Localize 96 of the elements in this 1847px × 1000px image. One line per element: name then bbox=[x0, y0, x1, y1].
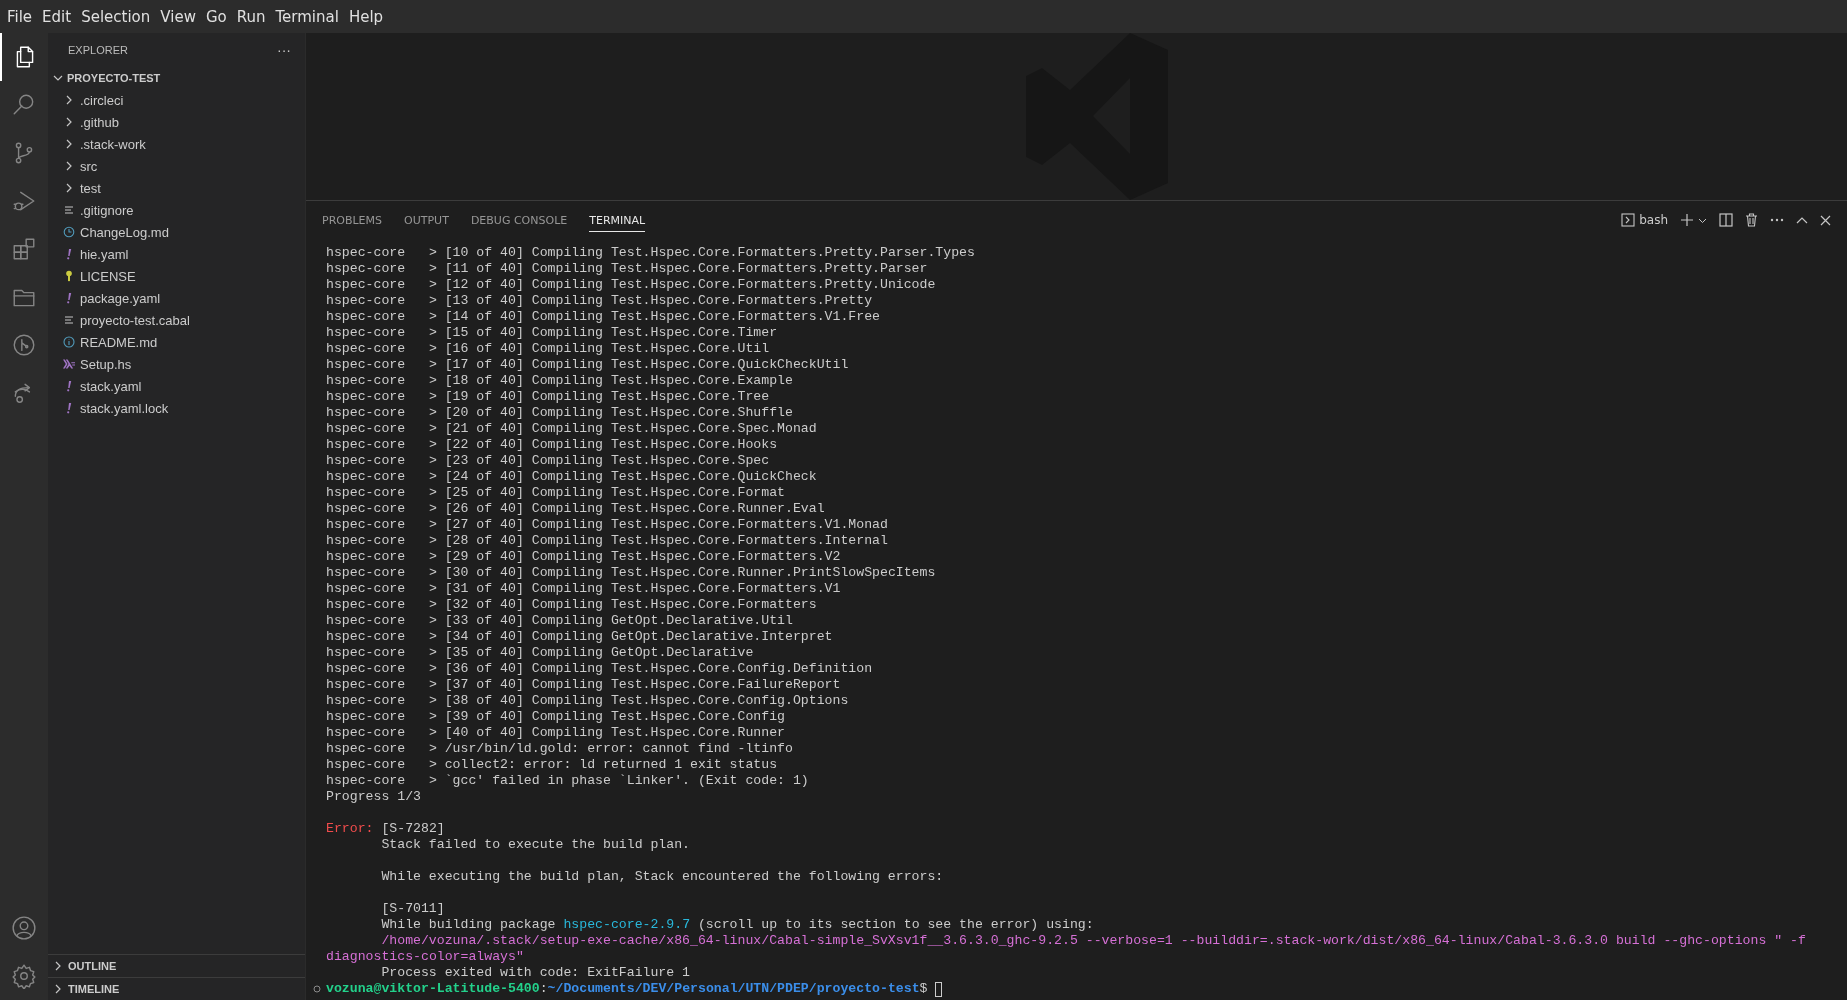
terminal-line: hspec-core > [34 of 40] Compiling GetOpt.Declarative.Interpret bbox=[326, 629, 833, 645]
terminal-line: hspec-core > /usr/bin/ld.gold: error: cannot find -ltinfo bbox=[326, 741, 793, 757]
panel-tab[interactable]: OUTPUT bbox=[404, 208, 449, 232]
terminal-line: Process exited with code: ExitFailure 1 bbox=[381, 965, 691, 981]
terminal-line: hspec-core > [11 of 40] Compiling Test.Hspec.Core.Formatters.Pretty.Parser bbox=[326, 261, 928, 277]
explorer-folder[interactable]: .circleci bbox=[48, 89, 305, 111]
terminal-line: hspec-core > [17 of 40] Compiling Test.Hspec.Core.QuickCheckUtil bbox=[326, 357, 849, 373]
terminal-selector[interactable]: bash bbox=[1621, 213, 1668, 227]
folder-root[interactable]: PROYECTO-TEST bbox=[48, 67, 305, 89]
panel-tab[interactable]: PROBLEMS bbox=[322, 208, 383, 232]
explorer-file[interactable]: hie.yaml bbox=[48, 243, 305, 265]
menu-item[interactable]: Go bbox=[200, 7, 232, 26]
explorer-folder[interactable]: .github bbox=[48, 111, 305, 133]
explorer-file[interactable]: .gitignore bbox=[48, 199, 305, 221]
account-icon bbox=[11, 915, 37, 941]
menu-item[interactable]: File bbox=[2, 7, 38, 26]
info-icon bbox=[63, 336, 75, 348]
terminal-line: hspec-core > [23 of 40] Compiling Test.Hspec.Core.Spec bbox=[326, 453, 770, 469]
explorer-file[interactable]: stack.yaml.lock bbox=[48, 397, 305, 419]
terminal-line: hspec-core > [35 of 40] Compiling GetOpt.Declarative bbox=[326, 645, 754, 661]
key-icon bbox=[63, 270, 75, 282]
terminal-line: hspec-core > [24 of 40] Compiling Test.Hspec.Core.QuickCheck bbox=[326, 469, 817, 485]
terminal-line: hspec-core > [36 of 40] Compiling Test.Hspec.Core.Config.Definition bbox=[326, 661, 873, 677]
terminal-line: hspec-core > `gcc' failed in phase `Linker'. (Exit code: 1) bbox=[326, 773, 809, 789]
terminal-line: hspec-core > [19 of 40] Compiling Test.Hspec.Core.Tree bbox=[326, 389, 770, 405]
clock-icon bbox=[63, 226, 75, 238]
terminal-line: hspec-core > [14 of 40] Compiling Test.Hspec.Core.Formatters.V1.Free bbox=[326, 309, 880, 325]
terminal-line: hspec-core > [32 of 40] Compiling Test.Hspec.Core.Formatters bbox=[326, 597, 817, 613]
explorer-folder[interactable]: test bbox=[48, 177, 305, 199]
terminal-line: hspec-core > [10 of 40] Compiling Test.Hspec.Core.Formatters.Pretty.Parser.Types bbox=[326, 245, 975, 261]
terminal-line: While executing the build plan, Stack encountered the following errors: bbox=[381, 869, 944, 885]
menu-item[interactable]: Terminal bbox=[270, 7, 344, 26]
explorer-file[interactable]: ChangeLog.md bbox=[48, 221, 305, 243]
lines-icon bbox=[63, 204, 75, 216]
terminal-line: hspec-core > [31 of 40] Compiling Test.Hspec.Core.Formatters.V1 bbox=[326, 581, 841, 597]
close-icon[interactable] bbox=[1820, 214, 1831, 226]
menu-item[interactable]: Selection bbox=[76, 7, 156, 26]
git-graph-icon bbox=[11, 332, 37, 358]
terminal-line: hspec-core > [20 of 40] Compiling Test.Hspec.Core.Shuffle bbox=[326, 405, 793, 421]
terminal-line: hspec-core > [13 of 40] Compiling Test.Hspec.Core.Formatters.Pretty bbox=[326, 293, 873, 309]
terminal-line: hspec-core > collect2: error: ld returned 1 exit status bbox=[326, 757, 778, 773]
menu-item[interactable]: View bbox=[155, 7, 201, 26]
lambda-icon bbox=[63, 358, 75, 370]
explorer-folder[interactable]: src bbox=[48, 155, 305, 177]
extensions-icon bbox=[11, 236, 37, 262]
explorer-file[interactable]: stack.yaml bbox=[48, 375, 305, 397]
terminal-line: hspec-core > [40 of 40] Compiling Test.Hspec.Core.Runner bbox=[326, 725, 785, 741]
terminal-line: hspec-core > [28 of 40] Compiling Test.Hspec.Core.Formatters.Internal bbox=[326, 533, 888, 549]
explorer-file[interactable]: Setup.hs bbox=[48, 353, 305, 375]
settings-icon bbox=[11, 963, 37, 989]
terminal-line: hspec-core > [25 of 40] Compiling Test.Hspec.Core.Format bbox=[326, 485, 785, 501]
lines-icon bbox=[63, 314, 75, 326]
terminal-line: vozuna@viktor-Latitude-5400:~/Documents/DEV/Personal/UTN/PDEP/proyecto-test$ bbox=[326, 981, 928, 997]
prompt-marker-icon bbox=[313, 985, 321, 993]
terminal-line: hspec-core > [30 of 40] Compiling Test.Hspec.Core.Runner.PrintSlowSpecItems bbox=[326, 565, 936, 581]
terminal-line: hspec-core > [12 of 40] Compiling Test.Hspec.Core.Formatters.Pretty.Unicode bbox=[326, 277, 936, 293]
terminal-line: /home/vozuna/.stack/setup-exe-cache/x86_64-linux/Cabal-simple_SvXsv1f__3.6.3.0_ghc-9.2.5 --verbose=1 --builddir=.stack-work/dist/x86_64-linux/Cabal-3.6.3.0 build --ghc-options " -f bbox=[381, 933, 1806, 949]
terminal-line: hspec-core > [22 of 40] Compiling Test.Hspec.Core.Hooks bbox=[326, 437, 778, 453]
section-header[interactable]: TIMELINE bbox=[48, 977, 305, 1000]
explorer-file[interactable]: LICENSE bbox=[48, 265, 305, 287]
terminal-line: hspec-core > [16 of 40] Compiling Test.Hspec.Core.Util bbox=[326, 341, 770, 357]
sidebar-title: EXPLORER bbox=[68, 44, 128, 56]
terminal-line: Progress 1/3 bbox=[326, 789, 421, 805]
section-header[interactable]: OUTLINE bbox=[48, 954, 305, 977]
explorer-file[interactable]: proyecto-test.cabal bbox=[48, 309, 305, 331]
terminal-line: hspec-core > [33 of 40] Compiling GetOpt.Declarative.Util bbox=[326, 613, 793, 629]
panel-tab[interactable]: DEBUG CONSOLE bbox=[470, 208, 568, 232]
trash-icon[interactable] bbox=[1745, 213, 1758, 227]
terminal-line: [S-7011] bbox=[381, 901, 445, 917]
menu-item[interactable]: Run bbox=[231, 7, 271, 26]
plus-icon[interactable] bbox=[1680, 213, 1694, 227]
explorer-file[interactable]: package.yaml bbox=[48, 287, 305, 309]
terminal-line: hspec-core > [37 of 40] Compiling Test.Hspec.Core.FailureReport bbox=[326, 677, 841, 693]
terminal-line: hspec-core > [26 of 40] Compiling Test.Hspec.Core.Runner.Eval bbox=[326, 501, 825, 517]
split-icon[interactable] bbox=[1719, 213, 1733, 227]
terminal-line: While building package hspec-core-2.9.7 (scroll up to its section to see the error) using: bbox=[381, 917, 1094, 933]
explorer-folder[interactable]: .stack-work bbox=[48, 133, 305, 155]
cursor bbox=[935, 981, 943, 997]
terminal-line: hspec-core > [15 of 40] Compiling Test.Hspec.Core.Timer bbox=[326, 325, 778, 341]
terminal-icon bbox=[1621, 213, 1636, 227]
more-actions-button[interactable]: ··· bbox=[277, 42, 291, 58]
chevron-up-icon[interactable] bbox=[1796, 216, 1808, 224]
terminal-line: hspec-core > [27 of 40] Compiling Test.Hspec.Core.Formatters.V1.Monad bbox=[326, 517, 888, 533]
terminal-line: hspec-core > [18 of 40] Compiling Test.Hspec.Core.Example bbox=[326, 373, 793, 389]
terminal-line: Stack failed to execute the build plan. bbox=[381, 837, 691, 853]
terminal-line: Error: [S-7282] bbox=[326, 821, 445, 837]
terminal-line: hspec-core > [39 of 40] Compiling Test.Hspec.Core.Config bbox=[326, 709, 785, 725]
terminal-line: hspec-core > [29 of 40] Compiling Test.Hspec.Core.Formatters.V2 bbox=[326, 549, 841, 565]
more-icon[interactable] bbox=[1770, 218, 1784, 222]
panel-tab[interactable]: TERMINAL bbox=[589, 208, 646, 232]
explorer-file[interactable]: README.md bbox=[48, 331, 305, 353]
terminal-line: hspec-core > [21 of 40] Compiling Test.Hspec.Core.Spec.Monad bbox=[326, 421, 817, 437]
menu-item[interactable]: Edit bbox=[37, 7, 77, 26]
menu-item[interactable]: Help bbox=[343, 7, 389, 26]
terminal-line: diagnostics-color=always" bbox=[326, 949, 524, 965]
terminal-line: hspec-core > [38 of 40] Compiling Test.Hspec.Core.Config.Options bbox=[326, 693, 849, 709]
